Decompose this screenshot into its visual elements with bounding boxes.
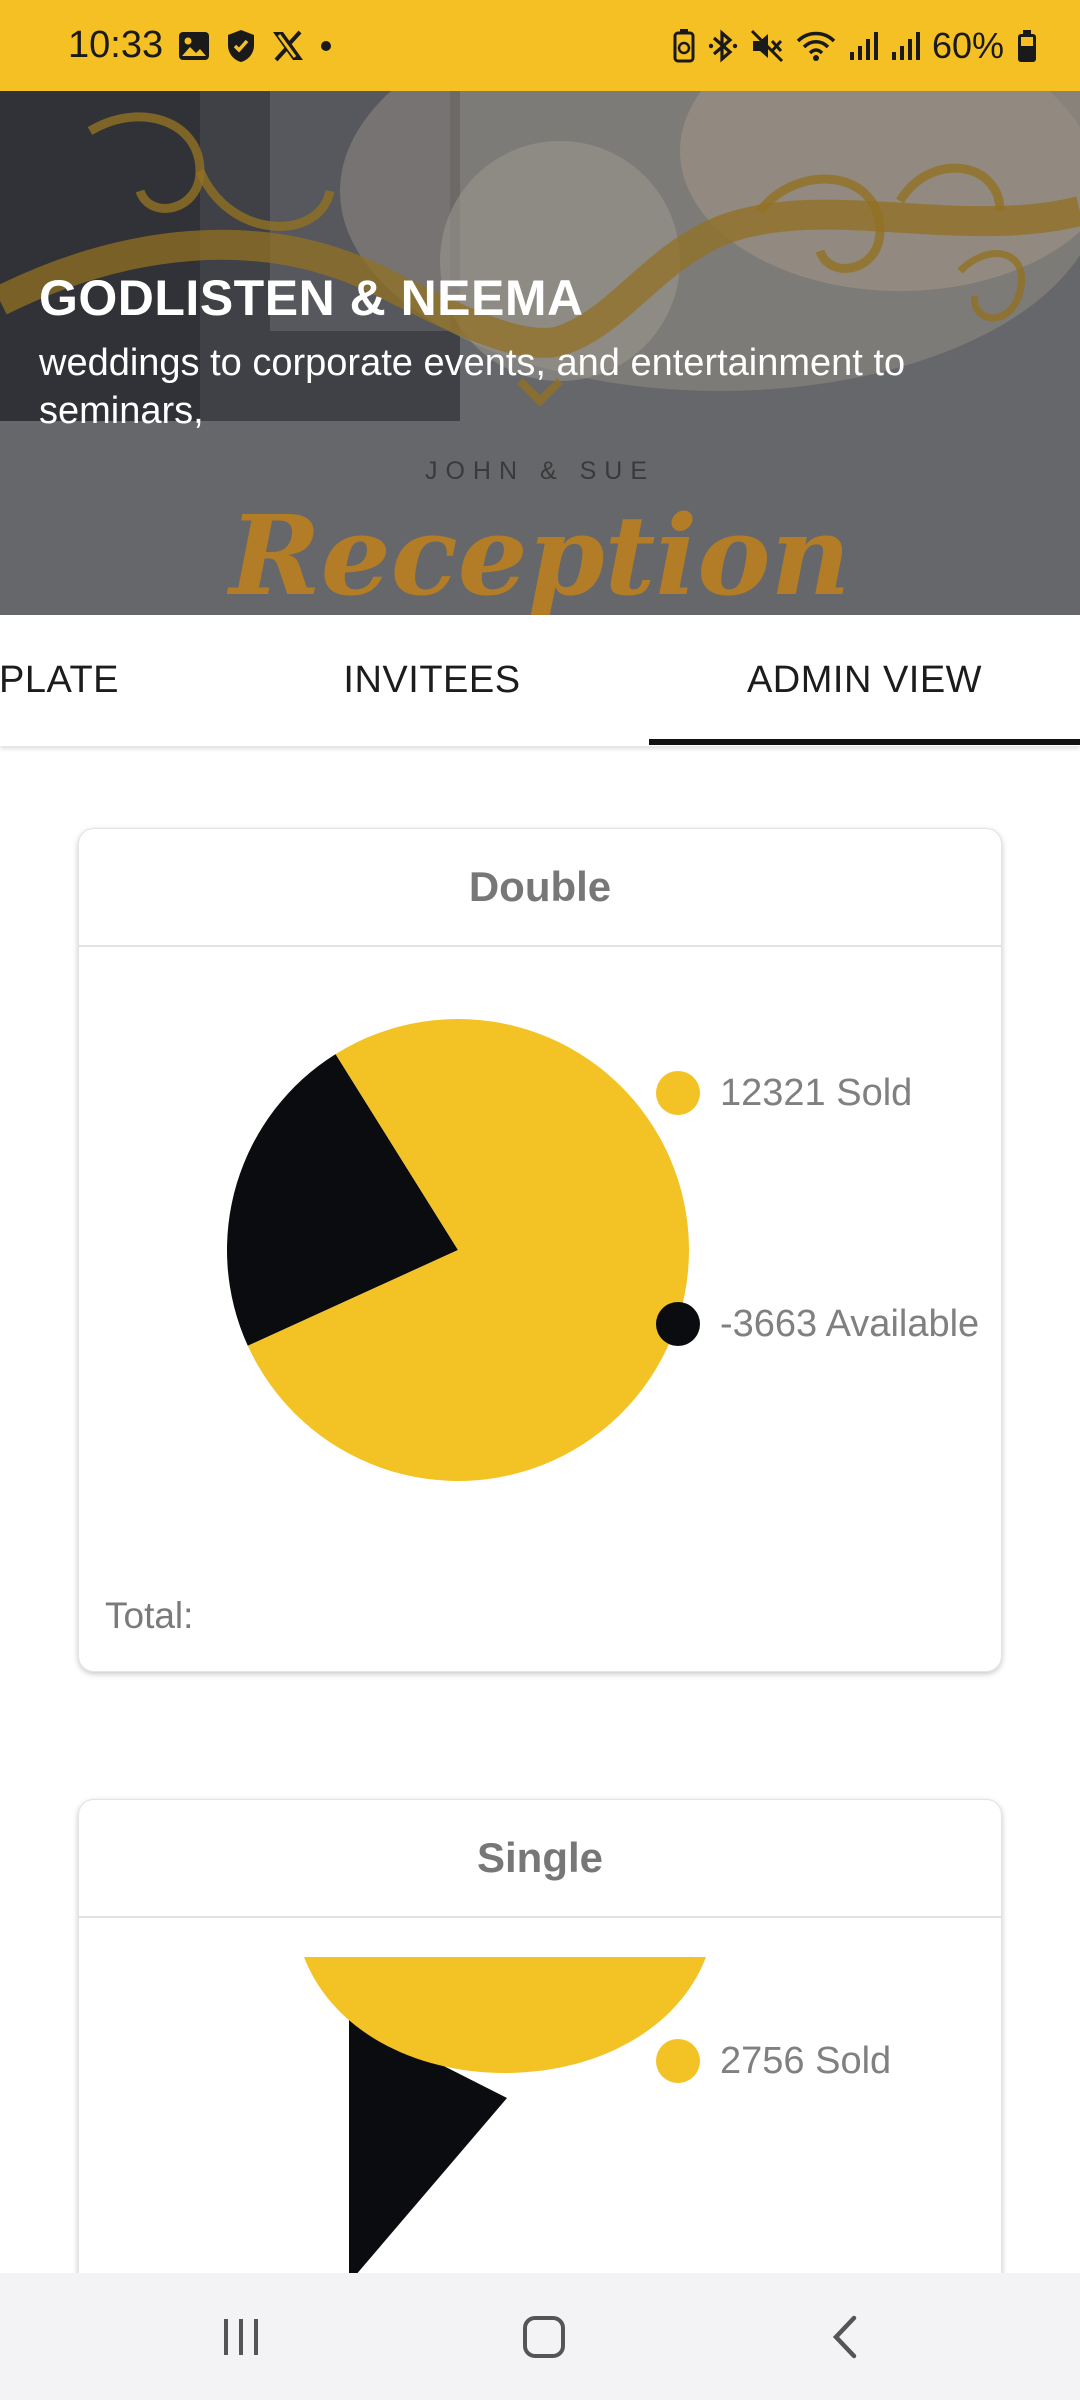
legend-sold: 12321 Sold	[656, 1071, 912, 1115]
wifi-icon	[796, 29, 836, 63]
hero-script-text: Reception	[229, 491, 851, 615]
tab-invitees[interactable]: INVITEES	[216, 615, 648, 746]
tab-template[interactable]: PLATE	[0, 615, 164, 746]
status-bar-left: 10:33	[68, 0, 333, 91]
legend-label-available: -3663 Available	[720, 1302, 980, 1345]
notification-dot-icon	[319, 39, 333, 53]
legend-swatch-sold	[656, 2039, 700, 2083]
x-logo-icon	[271, 30, 305, 62]
home-icon	[523, 2315, 565, 2358]
back-button[interactable]	[786, 2273, 906, 2400]
signal-icon	[848, 30, 878, 62]
recents-button[interactable]	[181, 2273, 301, 2400]
event-description: weddings to corporate events, and entert…	[39, 342, 906, 432]
event-hero-banner: JOHN & SUE Reception GODLISTEN & NEEMA w…	[0, 91, 1080, 615]
total-label: Total:	[105, 1595, 194, 1636]
bluetooth-icon	[708, 28, 738, 64]
event-title: GODLISTEN & NEEMA	[39, 270, 584, 326]
legend-label-sold: 12321 Sold	[720, 1071, 913, 1114]
home-button[interactable]	[484, 2273, 604, 2400]
ticket-card-double: Double 12321 Sold -3663 Available Total:	[78, 828, 1002, 1672]
tab-bar: PLATE INVITEES ADMIN VIEW	[0, 615, 1080, 746]
mute-icon	[750, 29, 784, 63]
legend-swatch-available	[656, 1302, 700, 1346]
status-bar: 10:33 60%	[0, 0, 1080, 91]
battery-saver-icon	[672, 28, 696, 64]
hero-couple-names: JOHN & SUE	[424, 457, 656, 485]
active-tab-indicator	[649, 739, 1080, 745]
status-time: 10:33	[68, 24, 164, 66]
legend-swatch-sold	[656, 1071, 700, 1115]
status-bar-right: 60%	[672, 0, 1038, 91]
tab-admin-view[interactable]: ADMIN VIEW	[649, 615, 1080, 746]
gallery-icon	[177, 29, 211, 63]
card-title: Single	[79, 1800, 1001, 1918]
recents-icon	[224, 2318, 258, 2355]
app-screen: 10:33 60% JOHN & SUE Reception GODLISTEN…	[0, 0, 1080, 2400]
legend-sold: 2756 Sold	[656, 2039, 891, 2083]
card-chart-area: 12321 Sold -3663 Available Total:	[79, 947, 1001, 1671]
signal-icon	[890, 30, 920, 62]
legend-available: -3663 Available	[656, 1302, 979, 1346]
battery-percent: 60%	[931, 24, 1004, 66]
system-nav-bar	[0, 2273, 1080, 2400]
back-icon	[832, 2315, 857, 2358]
card-title: Double	[79, 829, 1001, 947]
battery-icon	[1016, 28, 1038, 64]
legend-label-sold: 2756 Sold	[720, 2039, 892, 2082]
shield-check-icon	[225, 28, 257, 64]
